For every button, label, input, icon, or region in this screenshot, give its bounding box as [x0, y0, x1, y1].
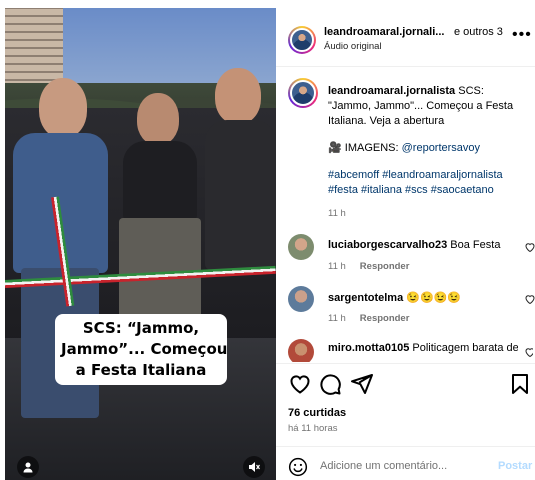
credit-label: IMAGENS: [344, 142, 399, 154]
comment-input[interactable] [320, 456, 490, 476]
video-caption: SCS: “Jammo, Jammo”... Começou a Festa I… [55, 314, 227, 385]
camera-emoji-icon: 🎥 [328, 142, 342, 154]
bookmark-icon[interactable] [508, 372, 532, 396]
comment-like-heart-icon[interactable] [524, 346, 533, 358]
user-tag-icon[interactable] [17, 456, 39, 478]
comment-username[interactable]: miro.motta0105 [328, 342, 409, 354]
header-divider [276, 66, 535, 67]
header-username[interactable]: leandroamaral.jornali... [324, 26, 444, 38]
more-options-icon[interactable]: ••• [512, 27, 532, 43]
comment-text: Boa Festa [450, 239, 501, 251]
comment-like-heart-icon[interactable] [524, 241, 535, 253]
comment-item: luciaborgescarvalho23 Boa Festa 11 h Resp… [288, 234, 535, 274]
comment-time[interactable]: 11 h [328, 261, 346, 272]
likes-count[interactable]: 76 curtidas [288, 407, 346, 419]
comment-like-heart-icon[interactable] [524, 293, 535, 305]
header-collaborators[interactable]: e outros 3 [454, 26, 503, 38]
commenter-avatar[interactable] [288, 286, 314, 312]
caption-author-avatar[interactable] [288, 78, 318, 108]
caption-hashtags[interactable]: #abcemoff #leandroamaraljornalista #fest… [328, 168, 528, 198]
video-caption-line-1: SCS: “Jammo, [82, 319, 200, 337]
comment-time[interactable]: 11 h [328, 313, 346, 324]
comment-item: sargentotelma 😉😉😉😉 11 h Responder [288, 286, 535, 326]
reply-button[interactable]: Responder [360, 313, 410, 324]
speech-bubble-icon[interactable] [318, 372, 342, 396]
comment-text: 😉😉😉😉 [406, 292, 462, 304]
post-caption: leandroamaral.jornalista SCS: "Jammo, Ja… [328, 84, 528, 221]
paper-plane-icon[interactable] [350, 372, 374, 396]
caption-credit: 🎥 IMAGENS: @reportersavoy [328, 141, 528, 156]
commenter-avatar[interactable] [288, 234, 314, 260]
comment-username[interactable]: sargentotelma [328, 292, 403, 304]
commenter-avatar[interactable] [288, 339, 314, 362]
comment-composer: Postar [276, 453, 535, 480]
video-caption-line-3: a Festa Italiana [75, 361, 207, 379]
credit-handle-link[interactable]: @reportersavoy [402, 142, 480, 154]
post-time[interactable]: há 11 horas [288, 423, 337, 434]
post-video[interactable]: SCS: “Jammo, Jammo”... Começou a Festa I… [5, 8, 276, 480]
comment-text: Politicagem barata de prefeito [412, 342, 518, 354]
author-avatar[interactable] [288, 26, 316, 54]
audio-label[interactable]: Áudio original [324, 41, 382, 52]
caption-username[interactable]: leandroamaral.jornalista [328, 85, 455, 97]
actions-divider [276, 363, 535, 364]
emoji-icon[interactable] [288, 457, 308, 477]
video-caption-line-2: Jammo”... Começou [61, 340, 228, 358]
composer-divider [276, 446, 535, 447]
reply-button[interactable]: Responder [360, 261, 410, 272]
muted-speaker-icon[interactable] [243, 456, 265, 478]
post-details-panel: leandroamaral.jornali... e outros 3 Áudi… [276, 8, 535, 480]
action-bar [288, 372, 532, 396]
comment-username[interactable]: luciaborgescarvalho23 [328, 239, 447, 251]
comment-item: miro.motta0105 Politicagem barata de pre… [288, 339, 533, 362]
video-person-woman [117, 93, 202, 333]
caption-time[interactable]: 11 h [328, 206, 528, 221]
heart-icon[interactable] [288, 372, 312, 396]
post-comment-button[interactable]: Postar [498, 460, 532, 472]
